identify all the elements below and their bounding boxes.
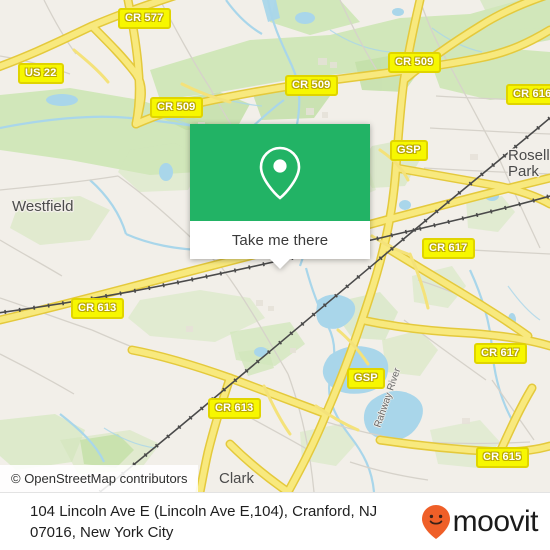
address-text: 104 Lincoln Ave E (Lincoln Ave E,104), C… <box>30 502 378 541</box>
place-label-clark: Clark <box>219 470 255 487</box>
popup-action-area[interactable]: Take me there <box>190 221 370 259</box>
road-shield-cr-509-east[interactable]: CR 509 <box>388 52 441 73</box>
road-shield-cr-616[interactable]: CR 616 <box>506 84 550 105</box>
road-shield-cr-613-west[interactable]: CR 613 <box>71 298 124 319</box>
road-shield-cr-615[interactable]: CR 615 <box>476 447 529 468</box>
footer-bar: 104 Lincoln Ave E (Lincoln Ave E,104), C… <box>0 492 550 550</box>
moovit-brand[interactable]: moovit <box>421 504 550 540</box>
road-shield-cr-617-east[interactable]: CR 617 <box>474 343 527 364</box>
map-attribution[interactable]: © OpenStreetMap contributors <box>0 465 198 492</box>
location-popup-card[interactable]: Take me there <box>190 124 370 269</box>
road-shield-cr-577[interactable]: CR 577 <box>118 8 171 29</box>
map-pin-icon <box>259 146 301 200</box>
popup-pointer-tail <box>269 258 291 269</box>
moovit-wordmark: moovit <box>452 504 539 538</box>
place-label-roselle-park: Roselle Park <box>508 147 550 180</box>
take-me-there-label: Take me there <box>231 231 329 249</box>
popup-icon-area <box>190 124 370 221</box>
road-shield-cr-617-mid[interactable]: CR 617 <box>422 238 475 259</box>
app-screen: CR 577 US 22 CR 509 CR 509 CR 509 CR 616… <box>0 0 550 550</box>
road-shield-cr-509-west[interactable]: CR 509 <box>150 97 203 118</box>
road-shield-cr-509-mid[interactable]: CR 509 <box>285 75 338 96</box>
road-shield-gsp-north[interactable]: GSP <box>390 140 428 161</box>
road-shield-us-22[interactable]: US 22 <box>18 63 64 84</box>
road-shield-cr-613-south[interactable]: CR 613 <box>208 398 261 419</box>
place-label-westfield: Westfield <box>12 198 74 215</box>
map-canvas[interactable]: CR 577 US 22 CR 509 CR 509 CR 509 CR 616… <box>0 0 550 492</box>
moovit-pin-icon <box>421 504 450 539</box>
road-shield-gsp-south[interactable]: GSP <box>347 368 385 389</box>
attribution-text: © OpenStreetMap contributors <box>11 471 188 486</box>
